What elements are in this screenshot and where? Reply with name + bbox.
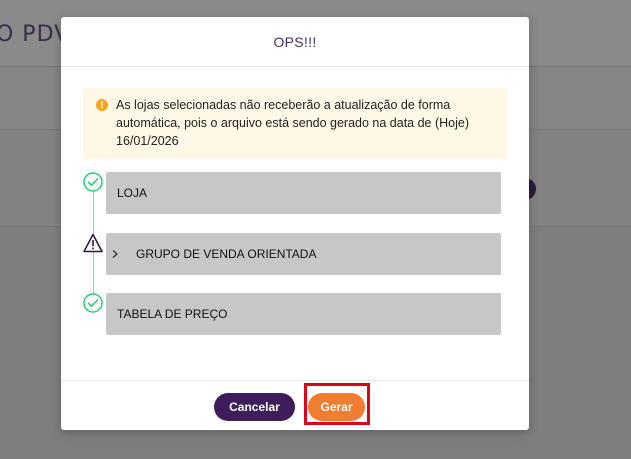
alert-text-line-1: As lojas selecionadas não receberão a at… <box>116 98 451 112</box>
alert-text-line-2: automática, pois o arquivo está sendo ge… <box>116 116 470 130</box>
chevron-right-icon[interactable] <box>110 247 126 262</box>
cancel-button[interactable]: Cancelar <box>214 393 295 421</box>
step-label: TABELA DE PREÇO <box>117 307 228 321</box>
warning-triangle-icon <box>83 233 103 253</box>
step-grupo-venda-orientada[interactable]: GRUPO DE VENDA ORIENTADA <box>106 233 501 275</box>
ops-dialog: OPS!!! ! As lojas selecionadas não receb… <box>61 17 529 430</box>
exclamation-circle-icon: ! <box>96 99 108 111</box>
step-label: LOJA <box>117 186 148 200</box>
generate-button[interactable]: Gerar <box>308 393 365 421</box>
app-title: O PDV <box>0 22 71 47</box>
warning-alert: ! As lojas selecionadas não receberão a … <box>83 88 507 159</box>
step-loja[interactable]: LOJA <box>106 172 501 214</box>
dialog-header: OPS!!! <box>61 17 529 67</box>
check-circle-icon <box>83 293 103 313</box>
dialog-footer: Cancelar Gerar <box>61 380 529 431</box>
alert-text-line-3: 16/01/2026 <box>116 134 179 148</box>
dialog-title: OPS!!! <box>273 33 317 50</box>
check-circle-icon <box>83 172 103 192</box>
step-label: GRUPO DE VENDA ORIENTADA <box>136 247 317 261</box>
step-tabela-de-preco[interactable]: TABELA DE PREÇO <box>106 293 501 335</box>
